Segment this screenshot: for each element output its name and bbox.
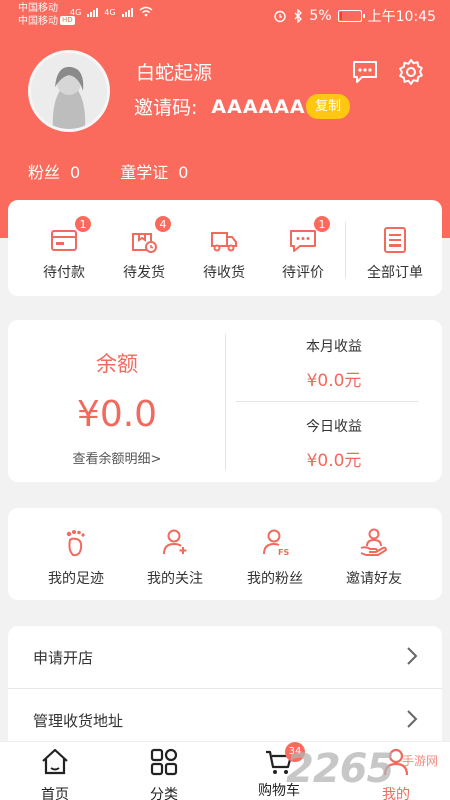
hd-badge: HD — [60, 16, 75, 25]
my-footprints[interactable]: 我的足迹 — [31, 526, 121, 588]
signal-indicators: 4G 4G — [70, 6, 153, 17]
message-icon[interactable] — [352, 60, 378, 84]
invite-friends[interactable]: 邀请好友 — [329, 526, 419, 588]
order-label: 全部订单 — [367, 265, 423, 281]
balance-detail-link[interactable]: 查看余额明细> — [8, 448, 226, 467]
chevron-right-icon — [407, 647, 418, 665]
order-label: 待付款 — [43, 265, 85, 281]
order-label: 待发货 — [123, 265, 165, 281]
user-add-icon — [163, 529, 187, 555]
social-label: 我的粉丝 — [247, 571, 303, 587]
balance-title: 余额 — [96, 352, 138, 376]
cert-value: 0 — [178, 163, 189, 182]
social-card: 我的足迹 我的关注 FS 我的粉丝 邀请好友 — [8, 508, 442, 600]
signal-bars-1-icon — [87, 8, 99, 17]
tab-home[interactable]: 首页 — [15, 746, 95, 800]
user-fans-icon: FS — [263, 529, 289, 557]
network-type-2: 4G — [104, 8, 116, 17]
my-following[interactable]: 我的关注 — [130, 526, 220, 588]
list-icon — [384, 227, 406, 253]
fans-stat[interactable]: 粉丝 0 — [28, 159, 80, 183]
truck-icon — [211, 232, 237, 252]
balance-amount: ¥0.0 — [76, 394, 158, 435]
balance-card: 余额 ¥0.0 查看余额明细> 本月收益 ¥0.0元 今日收益 ¥0.0元 — [8, 320, 442, 482]
clock: 上午10:45 — [367, 9, 436, 25]
site-watermark: 2265 手游网 — [286, 746, 446, 794]
chevron-right-icon — [407, 710, 418, 728]
today-earnings-label: 今日收益 — [306, 419, 362, 435]
order-pending-shipment[interactable]: 4 待发货 — [104, 215, 184, 282]
menu-item-label: 管理收货地址 — [33, 712, 124, 730]
order-label: 待评价 — [282, 265, 324, 281]
order-label: 待收货 — [203, 265, 245, 281]
social-label: 我的关注 — [147, 571, 203, 587]
copy-invite-code-button[interactable]: 复制 — [306, 94, 351, 119]
order-all[interactable]: 全部订单 — [345, 220, 445, 282]
invite-code-value: AAAAAA — [211, 95, 306, 118]
bluetooth-icon — [294, 9, 303, 23]
fans-value: 0 — [70, 163, 81, 182]
carrier-1: 中国移动 — [18, 3, 58, 14]
today-earnings-value: ¥0.0元 — [306, 451, 362, 471]
profile-stats: 粉丝 0 童学证 0 — [28, 159, 188, 183]
grid-icon — [150, 748, 178, 776]
home-icon — [42, 748, 68, 775]
my-fans[interactable]: FS 我的粉丝 — [230, 526, 320, 588]
wifi-icon — [139, 6, 153, 17]
battery-percent: 5% — [309, 8, 332, 24]
order-pending-review[interactable]: 1 待评价 — [263, 215, 343, 282]
carrier-2: 中国移动 — [18, 16, 58, 27]
network-type-1: 4G — [70, 8, 82, 17]
fans-label: 粉丝 — [28, 163, 61, 182]
order-pending-payment[interactable]: 1 待付款 — [24, 215, 104, 282]
svg-text:FS: FS — [278, 548, 289, 557]
footprint-icon — [66, 530, 85, 557]
invite-code-row: 邀请码: AAAAAA — [134, 93, 306, 120]
status-bar: 中国移动 中国移动 HD 4G 4G 5% 上午10:45 — [0, 0, 450, 32]
signal-bars-2-icon — [121, 8, 133, 17]
tab-label: 分类 — [150, 787, 178, 800]
orders-card: 1 待付款 4 待发货 待收货 1 待评价 全部订单 — [8, 200, 442, 296]
social-label: 我的足迹 — [48, 571, 104, 587]
menu-item-label: 申请开店 — [33, 649, 94, 667]
order-badge: 4 — [154, 215, 172, 233]
order-badge: 1 — [313, 215, 331, 233]
menu-item-apply-shop[interactable]: 申请开店 — [8, 626, 442, 688]
month-earnings-label: 本月收益 — [306, 339, 362, 355]
avatar-image — [31, 53, 107, 129]
tab-category[interactable]: 分类 — [124, 746, 204, 800]
invite-code-label: 邀请码: — [134, 97, 198, 119]
avatar[interactable] — [28, 50, 110, 132]
tab-label: 首页 — [41, 787, 69, 800]
alarm-icon — [274, 10, 287, 23]
month-earnings-value: ¥0.0元 — [306, 371, 362, 391]
order-pending-receipt[interactable]: 待收货 — [184, 220, 264, 282]
cert-label: 童学证 — [120, 163, 169, 182]
cert-stat[interactable]: 童学证 0 — [120, 159, 188, 183]
settings-gear-icon[interactable] — [397, 58, 425, 86]
balance-divider-horizontal — [236, 401, 418, 402]
battery-icon — [337, 10, 365, 22]
social-label: 邀请好友 — [346, 571, 402, 587]
watermark-number: 2265 — [286, 746, 394, 792]
invite-hand-icon — [360, 528, 387, 556]
status-right: 5% 上午10:45 — [273, 6, 436, 26]
watermark-tag: 手游网 — [402, 754, 439, 768]
order-badge: 1 — [74, 215, 92, 233]
username: 白蛇起源 — [136, 62, 213, 84]
